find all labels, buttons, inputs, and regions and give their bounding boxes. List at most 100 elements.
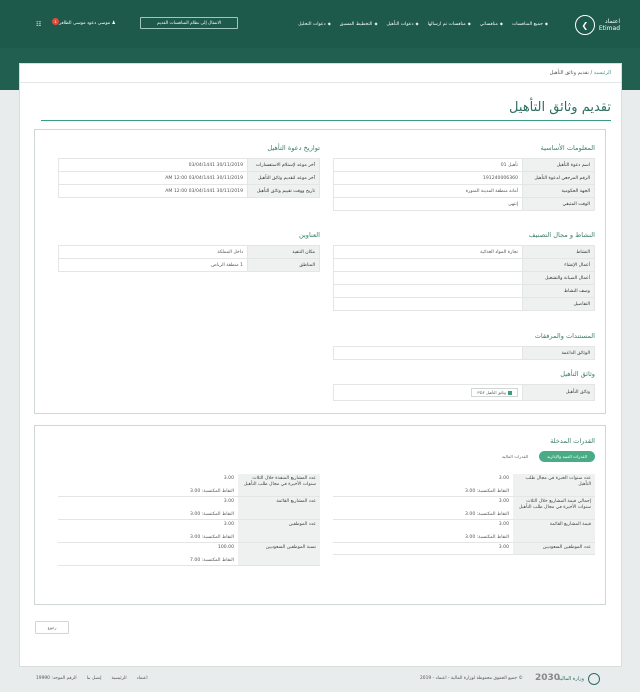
row-label: آخر موعد لإستلام الاستفسارات [247, 158, 320, 172]
pdf-download-button[interactable]: وثائق التأهيل PDF [471, 388, 518, 397]
user-name[interactable]: ♟ موسى دعود موسى الظافر [59, 21, 116, 26]
qualification-docs-table: وثائق التأهيل وثائق التأهيل PDF [333, 384, 595, 401]
addresses-table: مكان التنفيذ داخل المملكة المناطق 1 منطقة … [58, 245, 320, 272]
nav-pre-planning[interactable]: التخطيط المسبق [340, 21, 378, 27]
row-label: الوقت المتبقي [522, 197, 595, 211]
row-value: 30/11/2019 03/04/1441 [58, 158, 248, 172]
ministry-logo[interactable]: وزارة المالية [558, 673, 600, 685]
list-item: عدد المشاريع المنفذة خلال الثلاث سنوات ا… [58, 474, 320, 497]
row-value: إنتهى [333, 197, 523, 211]
nav-qualification-invites[interactable]: دعوات التأهيل [387, 21, 419, 27]
nav-my-tenders[interactable]: منافساتي [480, 21, 503, 27]
item-label: قيمة المشاريع القائمة [513, 520, 595, 542]
table-row: مكان التنفيذ داخل المملكة [58, 245, 320, 259]
item-points: النقاط المكتسبة: 3.00 [465, 512, 509, 517]
qualification-docs-title: وثائق التأهيل [560, 370, 595, 378]
item-points: النقاط المكتسبة: 7.00 [190, 558, 234, 563]
row-value: 30/11/2019 03/04/1441 12:00 AM [58, 171, 248, 185]
item-value: 100.00 [217, 545, 234, 550]
list-item: عدد الموظفين السعوديين 3.00 [333, 543, 595, 555]
row-value [333, 297, 523, 311]
table-row: النشاط تجارة المواد الغذائية [333, 245, 595, 259]
tab-technical[interactable]: القدرات الفنية والإدارية [539, 451, 595, 462]
capabilities-panel: القدرات المدخلة القدرات الفنية والإدارية… [34, 425, 606, 605]
row-value: وثائق التأهيل PDF [333, 384, 523, 401]
logo-subtext: Etimad [598, 25, 620, 32]
item-value: 3.00 [498, 499, 509, 504]
pdf-icon [508, 390, 512, 395]
list-item: قيمة المشاريع القائمة 3.00 النقاط المكتسبة… [333, 520, 595, 543]
list-item: عدد المشاريع القائمة 3.00 النقاط المكتسبة:… [58, 497, 320, 520]
user-icon: ♟ [110, 21, 116, 26]
nav-all-tenders[interactable]: جميع المنافسات [512, 21, 548, 27]
item-points: النقاط المكتسبة: 3.00 [465, 489, 509, 494]
capabilities-title: القدرات المدخلة [550, 437, 595, 445]
item-value: 3.00 [223, 522, 234, 527]
user-name-text: موسى دعود موسى الظافر [59, 21, 111, 26]
row-value [333, 258, 523, 272]
item-label: عدد المشاريع القائمة [238, 497, 320, 519]
row-value: تجارة المواد الغذائية [333, 245, 523, 259]
notification-badge[interactable]: 1 [52, 18, 59, 25]
tab-financial[interactable]: القدرات المالية [494, 451, 536, 462]
addresses-title: العناوين [298, 231, 320, 239]
table-row: الجهة الحكومية أمانة منطقة المدينة المنور… [333, 184, 595, 198]
dates-title: تواريخ دعوة التأهيل [267, 144, 320, 152]
item-value: 3.00 [498, 476, 509, 481]
basic-info-title: المعلومات الأساسية [540, 144, 595, 152]
row-label: الجهة الحكومية [522, 184, 595, 198]
back-button[interactable]: رجوع [35, 621, 69, 634]
table-row: الوقت المتبقي إنتهى [333, 197, 595, 211]
etimad-logo[interactable]: اعتماد Etimad ❯ [574, 15, 620, 35]
pdf-button-label: وثائق التأهيل PDF [477, 390, 506, 395]
item-value: 3.00 [223, 499, 234, 504]
ministry-name: وزارة المالية [558, 675, 584, 682]
row-value [333, 284, 523, 298]
row-value [333, 271, 523, 285]
footer-unified-number: الرقم الموحد: 19990 [36, 676, 77, 681]
table-row: التفاصيل [333, 297, 595, 311]
copyright-text: © جميع الحقوق محفوظة لوزارة المالية - اع… [420, 676, 523, 681]
item-value: 3.00 [498, 545, 509, 550]
row-value: 30/11/2019 03/04/1441 12:00 AM [58, 184, 248, 198]
table-row: وثائق التأهيل وثائق التأهيل PDF [333, 384, 595, 401]
grid-icon[interactable]: ☷ [36, 21, 41, 28]
item-points: النقاط المكتسبة: 3.00 [465, 535, 509, 540]
item-value-cell: 3.00 النقاط المكتسبة: 3.00 [58, 520, 238, 542]
row-label: النشاط [522, 245, 595, 259]
item-label: إجمالي قيمة المشاريع خلال الثلاث سنوات ا… [513, 497, 595, 519]
ministry-emblem-icon [588, 673, 600, 685]
row-label: الرقم المرجعي لدعوة التأهيل [522, 171, 595, 185]
breadcrumb: الرئيسية / تقديم وثائق التأهيل [550, 70, 611, 76]
documents-title: المستندات والمرفقات [534, 332, 595, 340]
table-row: وصف النشاط [333, 284, 595, 298]
footer-link-contact[interactable]: إتصل بنا [87, 676, 102, 681]
table-row: آخر موعد لتقديم وثائق التأهيل 30/11/2019 … [58, 171, 320, 185]
dates-table: آخر موعد لإستلام الاستفسارات 30/11/2019 0… [58, 158, 320, 198]
table-row: الوثائق الداعمة [333, 346, 595, 360]
main-nav: جميع المنافسات منافساتي منافسات تم ارسال… [298, 21, 548, 27]
item-value-cell: 3.00 النقاط المكتسبة: 3.00 [333, 474, 513, 496]
table-row: المناطق 1 منطقة الرياض [58, 258, 320, 272]
capabilities-right-list: عدد سنوات الخبرة في مجال طلب التأهيل 3.00… [333, 474, 595, 555]
row-label: تاريخ ووقت تقييم وثائق التأهيل [247, 184, 320, 198]
footer-link-home[interactable]: الرئيسية [111, 676, 126, 681]
item-points: النقاط المكتسبة: 3.00 [190, 489, 234, 494]
old-system-button[interactable]: الانتقال إلى نظام المنافسات القديم [140, 17, 238, 29]
breadcrumb-separator: / [590, 70, 593, 76]
row-value: 1 منطقة الرياض [58, 258, 248, 272]
item-value-cell: 3.00 النقاط المكتسبة: 3.00 [58, 474, 238, 496]
nav-analysis-invites[interactable]: دعوات التحليل [298, 21, 331, 27]
row-label: وصف النشاط [522, 284, 595, 298]
row-label: وثائق التأهيل [522, 384, 595, 401]
row-value: داخل المملكة [58, 245, 248, 259]
item-value-cell: 3.00 النقاط المكتسبة: 3.00 [58, 497, 238, 519]
footer-links: اعتماد الرئيسية إتصل بنا الرقم الموحد: 1… [36, 676, 148, 681]
content-card: الرئيسية / تقديم وثائق التأهيل تقديم وثا… [19, 63, 622, 667]
nav-sent-tenders[interactable]: منافسات تم ارسالها [428, 21, 471, 27]
item-label: عدد سنوات الخبرة في مجال طلب التأهيل [513, 474, 595, 496]
item-value-cell: 100.00 النقاط المكتسبة: 7.00 [58, 543, 238, 565]
footer-link-etimad[interactable]: اعتماد [137, 676, 148, 681]
item-label: نسبة الموظفين السعوديين [238, 543, 320, 565]
breadcrumb-home[interactable]: الرئيسية [594, 70, 611, 76]
